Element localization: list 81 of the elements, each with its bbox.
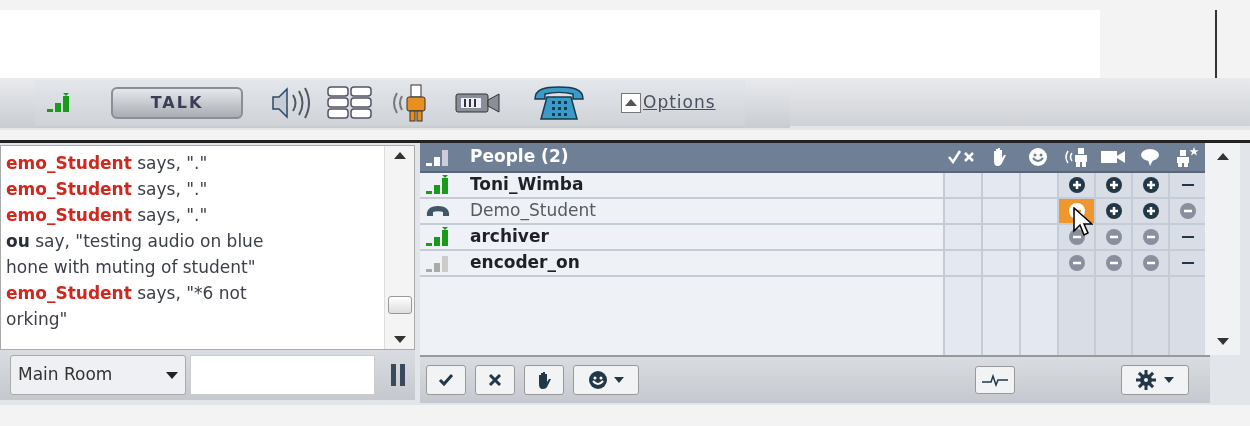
collapse-icon[interactable] (621, 93, 641, 113)
permission-cell[interactable] (1131, 173, 1168, 197)
room-label: Main Room (18, 363, 113, 387)
check-button[interactable] (426, 365, 466, 395)
panel-title: People (2) (470, 145, 569, 169)
permission-cell[interactable] (1094, 225, 1131, 249)
grid-icon[interactable] (327, 85, 373, 121)
scroll-down-icon[interactable] (393, 336, 406, 343)
raise-hand-button[interactable] (524, 365, 564, 395)
permission-cell[interactable] (1131, 251, 1168, 275)
plus-circle-icon[interactable] (1142, 203, 1159, 219)
signal-icon (426, 253, 450, 273)
scroll-up-icon[interactable] (393, 152, 406, 159)
signal-icon (426, 147, 450, 167)
permission-cell[interactable] (1168, 199, 1205, 223)
person-name[interactable]: Demo_Student (470, 198, 596, 224)
close-icon (488, 373, 502, 387)
person-name[interactable]: archiver (470, 224, 549, 250)
settings-icon (1136, 370, 1156, 390)
check-cross-icon (948, 150, 976, 164)
signal-icon (47, 93, 71, 113)
speech-bubble-icon (1139, 148, 1160, 166)
permission-cell[interactable] (1131, 225, 1168, 249)
plus-circle-icon[interactable] (1105, 177, 1122, 193)
waveform-icon (982, 373, 1008, 387)
signal-icon (426, 227, 450, 247)
check-icon (438, 373, 454, 387)
plus-circle-icon[interactable] (1142, 177, 1159, 193)
plus-circle-icon[interactable] (1068, 177, 1085, 193)
signal-icon (426, 175, 450, 195)
settings-button[interactable] (1121, 365, 1189, 395)
chat-line: hone with muting of student" (6, 256, 256, 279)
permission-cell[interactable] (1057, 251, 1094, 275)
smiley-icon (1028, 147, 1048, 167)
dash-icon (1181, 183, 1194, 187)
chat-line: emo_Student says, "." (6, 178, 208, 201)
scroll-thumb[interactable] (387, 296, 412, 314)
permission-cell[interactable] (1094, 251, 1131, 275)
hand-icon (991, 147, 1009, 167)
chat-input-field[interactable] (190, 355, 375, 395)
speaker-icon[interactable] (271, 85, 313, 121)
permission-cell[interactable] (1094, 199, 1131, 223)
permission-cell[interactable] (1168, 225, 1205, 249)
minus-circle-icon[interactable] (1068, 229, 1085, 245)
scrollbar[interactable] (1205, 143, 1240, 355)
dash-icon (1181, 261, 1194, 265)
phone-icon (426, 204, 450, 218)
options-link[interactable]: Options (643, 90, 716, 116)
permission-cell[interactable] (1057, 173, 1094, 197)
person-name[interactable]: encoder_on (470, 250, 580, 276)
hand-icon (536, 371, 552, 389)
emoticon-button[interactable] (573, 365, 639, 395)
video-camera-icon (1100, 150, 1125, 164)
speaking-person-icon (1062, 147, 1089, 167)
telephone-icon[interactable] (533, 85, 585, 121)
chat-line: orking" (6, 308, 68, 331)
chat-line: emo_Student says, "." (6, 152, 208, 175)
talk-button[interactable]: TALK (111, 87, 243, 119)
scroll-down-icon[interactable] (1216, 338, 1229, 345)
chat-line: emo_Student says, "*6 not (6, 282, 247, 305)
smiley-icon (588, 370, 608, 390)
video-camera-icon[interactable] (455, 90, 501, 116)
person-name[interactable]: Toni_Wimba (470, 172, 584, 198)
caret-icon (166, 371, 178, 379)
pause-icon[interactable] (391, 364, 405, 386)
permission-cell[interactable] (1168, 251, 1205, 275)
scroll-up-icon[interactable] (1216, 153, 1229, 160)
permission-cell[interactable] (1094, 173, 1131, 197)
cursor-icon (1073, 207, 1093, 236)
caret-icon (1164, 377, 1174, 383)
chat-line: ou say, "testing audio on blue (6, 230, 264, 253)
scrollbar[interactable] (384, 146, 414, 349)
caret-icon (614, 377, 624, 383)
chat-line: emo_Student says, "." (6, 204, 208, 227)
permission-cell[interactable] (1131, 199, 1168, 223)
plus-circle-icon[interactable] (1105, 203, 1122, 219)
close-button[interactable] (475, 365, 515, 395)
audio-wave-button[interactable] (975, 366, 1015, 394)
dash-icon (1181, 235, 1194, 239)
permission-cell[interactable] (1168, 173, 1205, 197)
room-dropdown[interactable]: Main Room (10, 355, 186, 395)
